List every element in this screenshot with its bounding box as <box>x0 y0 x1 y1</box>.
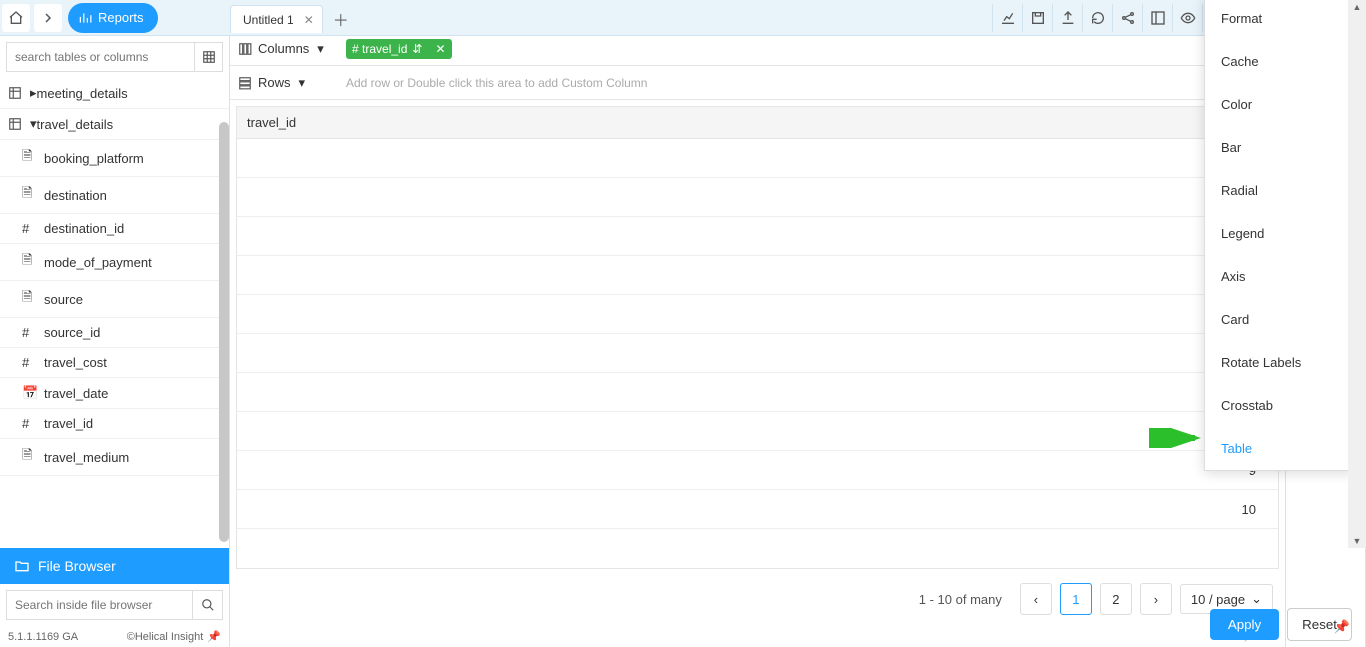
search-icon[interactable] <box>192 591 222 619</box>
table-row: 7 <box>237 373 1278 412</box>
breadcrumb-reports-label: Reports <box>98 10 144 25</box>
version-label: 5.1.1.1169 GA <box>8 631 78 643</box>
table-row: 10 <box>237 490 1278 529</box>
col-travel-cost[interactable]: #travel_cost <box>0 348 229 378</box>
table-row: 4 <box>237 256 1278 295</box>
pill-drop-icon[interactable]: ⇵ <box>412 42 422 56</box>
popup-item-cache[interactable]: Cache <box>1205 40 1353 83</box>
text-col-icon: 🗎 <box>22 288 38 310</box>
popup-item-crosstab[interactable]: Crosstab <box>1205 384 1353 427</box>
popup-item-color[interactable]: Color <box>1205 83 1353 126</box>
date-col-icon: 📅 <box>22 385 38 401</box>
table-list-icon[interactable] <box>194 43 222 71</box>
table-travel-details[interactable]: ▾ travel_details <box>0 109 229 140</box>
popup-item-radial[interactable]: Radial <box>1205 169 1353 212</box>
breadcrumb-next[interactable] <box>34 4 62 32</box>
close-icon[interactable]: ✕ <box>304 13 314 27</box>
chevron-down-icon[interactable]: ▾ <box>299 75 306 91</box>
add-tab-button[interactable]: ＋ <box>329 7 353 31</box>
tab-untitled[interactable]: Untitled 1 ✕ <box>230 5 323 33</box>
pin-icon[interactable]: 📌 <box>1334 619 1350 635</box>
rows-shelf-label: Rows ▾ <box>238 75 338 91</box>
col-mode-of-payment[interactable]: 🗎mode_of_payment <box>0 244 229 281</box>
popup-item-rotate-labels[interactable]: Rotate Labels <box>1205 341 1353 384</box>
col-booking-platform[interactable]: 🗎booking_platform <box>0 140 229 177</box>
text-col-icon: 🗎 <box>22 147 38 169</box>
grid-header: travel_id <box>237 107 1278 139</box>
columns-shelf-label: Columns ▾ <box>238 41 338 57</box>
dropdown-popup: Format Cache Color Bar Radial Legend Axi… <box>1204 0 1354 471</box>
pager-page-2[interactable]: 2 <box>1100 583 1132 615</box>
popup-item-table[interactable]: Table <box>1205 427 1353 470</box>
brand-label: © Helical Insight📌 <box>127 630 221 643</box>
pager-prev[interactable]: ‹ <box>1020 583 1052 615</box>
home-button[interactable] <box>2 4 30 32</box>
col-source-id[interactable]: #source_id <box>0 318 229 348</box>
search-input[interactable] <box>7 50 194 64</box>
grid-body: 1 2 3 4 5 6 7 8 9 10 <box>237 139 1278 568</box>
chevron-down-icon: ⌄ <box>1251 591 1262 607</box>
popup-item-format[interactable]: Format <box>1205 0 1353 40</box>
col-source[interactable]: 🗎source <box>0 281 229 318</box>
rows-placeholder[interactable]: Add row or Double click this area to add… <box>346 76 647 90</box>
table-row: 6 <box>237 334 1278 373</box>
popup-item-legend[interactable]: Legend <box>1205 212 1353 255</box>
file-browser-button[interactable]: File Browser <box>0 548 229 584</box>
pin-icon[interactable]: 📌 <box>207 630 221 643</box>
pager-summary: 1 - 10 of many <box>919 592 1002 607</box>
popup-item-bar[interactable]: Bar <box>1205 126 1353 169</box>
breadcrumb-reports[interactable]: Reports <box>68 3 158 33</box>
col-travel-date[interactable]: 📅travel_date <box>0 378 229 409</box>
number-col-icon: # <box>22 325 38 340</box>
table-row: 1 <box>237 139 1278 178</box>
popup-item-axis[interactable]: Axis <box>1205 255 1353 298</box>
pill-travel-id[interactable]: # travel_id ⇵ ✕ <box>346 39 452 59</box>
number-col-icon: # <box>22 221 38 236</box>
number-col-icon: # <box>352 42 359 56</box>
file-search-input[interactable] <box>7 598 192 612</box>
col-destination-id[interactable]: #destination_id <box>0 214 229 244</box>
number-col-icon: # <box>22 416 38 431</box>
text-col-icon: 🗎 <box>22 446 38 468</box>
scroll-down-icon[interactable]: ▼ <box>1348 534 1366 548</box>
table-row: 3 <box>237 217 1278 256</box>
table-row: 5 <box>237 295 1278 334</box>
close-icon[interactable]: ✕ <box>435 42 445 56</box>
text-col-icon: 🗎 <box>22 184 38 206</box>
col-destination[interactable]: 🗎destination <box>0 177 229 214</box>
popup-scrollbar[interactable]: ▲ ▼ <box>1348 0 1366 548</box>
annotation-arrow-icon <box>1149 428 1205 448</box>
apply-button[interactable]: Apply <box>1210 609 1279 640</box>
popup-item-card[interactable]: Card <box>1205 298 1353 341</box>
table-icon <box>8 117 24 131</box>
text-col-icon: 🗎 <box>22 251 38 273</box>
table-row: 8 <box>237 412 1278 451</box>
chevron-down-icon[interactable]: ▾ <box>317 41 324 57</box>
number-col-icon: # <box>22 355 38 370</box>
table-row: 9 <box>237 451 1278 490</box>
scroll-up-icon[interactable]: ▲ <box>1348 0 1366 14</box>
col-travel-id[interactable]: #travel_id <box>0 409 229 439</box>
sidebar-scrollbar[interactable] <box>219 122 229 542</box>
table-row: 2 <box>237 178 1278 217</box>
table-icon <box>8 86 24 100</box>
table-meeting-details[interactable]: ▸ meeting_details <box>0 78 229 109</box>
col-travel-medium[interactable]: 🗎travel_medium <box>0 439 229 476</box>
pager-page-1[interactable]: 1 <box>1060 583 1092 615</box>
pager-next[interactable]: › <box>1140 583 1172 615</box>
